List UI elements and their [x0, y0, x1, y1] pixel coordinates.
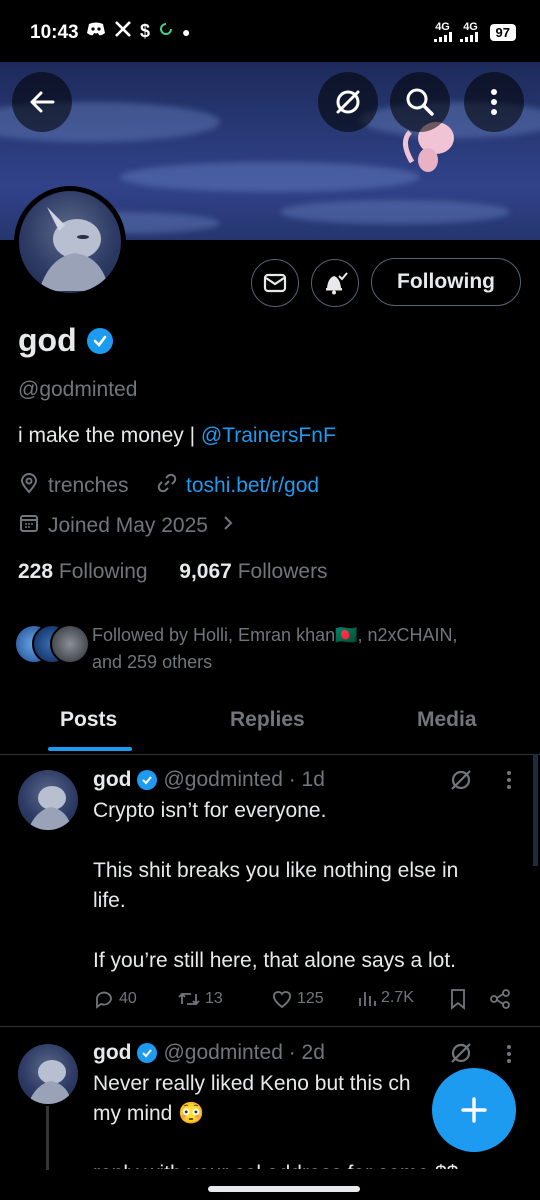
status-time: 10:43	[30, 22, 79, 43]
post-divider	[0, 1026, 540, 1027]
verified-badge-icon[interactable]	[86, 327, 113, 354]
post-more-icon[interactable]	[506, 770, 512, 795]
signal-icon-1: 4G	[433, 22, 452, 42]
profile-avatar[interactable]	[14, 186, 126, 298]
mutual-avatars[interactable]	[14, 624, 90, 664]
tab-replies[interactable]: Replies	[230, 708, 305, 732]
bookmark-icon	[451, 989, 465, 1010]
x-logo-icon	[114, 20, 132, 43]
views-button[interactable]: 2.7K	[357, 988, 414, 1008]
compose-post-button[interactable]	[432, 1068, 516, 1152]
post-author-name[interactable]: god	[93, 1041, 131, 1065]
following-button[interactable]: Following	[371, 258, 521, 306]
post-avatar[interactable]	[18, 770, 78, 830]
post-header: god @godminted · 1d	[93, 768, 325, 792]
verified-badge-icon	[137, 770, 158, 790]
reply-button[interactable]: 40	[93, 988, 137, 1010]
website-row: toshi.bet/r/god	[156, 472, 319, 500]
share-icon	[490, 989, 510, 1009]
tab-posts[interactable]: Posts	[60, 708, 117, 732]
verified-badge-icon	[137, 1043, 158, 1063]
grok-post-icon[interactable]	[449, 1041, 473, 1070]
chevron-right-icon	[222, 514, 234, 538]
active-tab-indicator	[48, 747, 132, 751]
website-link[interactable]: toshi.bet/r/god	[186, 474, 319, 498]
battery-indicator: 97	[489, 23, 516, 41]
post-text: Crypto isn’t for everyone. This shit bre…	[93, 799, 459, 972]
dot-icon: ●	[182, 23, 191, 40]
following-count-link[interactable]: 228 Following	[18, 560, 148, 583]
profile-bio: i make the money | @TrainersFnF	[18, 424, 336, 447]
follow-counts: 228 Following 9,067 Followers	[18, 560, 328, 584]
profile-handle: @godminted	[18, 378, 138, 401]
location-row: trenches	[18, 472, 129, 500]
search-button[interactable]	[390, 72, 450, 132]
repost-icon	[178, 992, 200, 1006]
heart-icon	[273, 991, 291, 1009]
post-more-icon[interactable]	[506, 1044, 512, 1069]
followers-count-link[interactable]: 9,067 Followers	[179, 560, 327, 583]
views-icon	[359, 992, 376, 1006]
system-nav-bar	[0, 1170, 540, 1200]
dollar-icon: $	[140, 21, 151, 41]
repost-button[interactable]: 13	[177, 988, 223, 1010]
tab-media[interactable]: Media	[417, 708, 477, 732]
notification-icons: $ ●	[86, 20, 190, 43]
notifications-button[interactable]	[311, 259, 359, 307]
joined-row[interactable]: Joined May 2025	[18, 512, 234, 540]
status-bar: 10:43 $ ● 4G 4G 97	[0, 0, 540, 62]
sync-icon	[158, 21, 174, 42]
more-options-button[interactable]	[464, 72, 524, 132]
discord-icon	[86, 21, 106, 42]
post-header: god @godminted · 2d	[93, 1041, 325, 1065]
thread-line	[46, 1106, 49, 1176]
reply-icon	[96, 991, 112, 1009]
grok-button[interactable]	[318, 72, 378, 132]
calendar-icon	[18, 512, 40, 540]
like-button[interactable]: 125	[271, 988, 324, 1010]
back-button[interactable]	[12, 72, 72, 132]
signal-icon-2: 4G	[459, 22, 482, 42]
mutual-avatar	[50, 624, 90, 664]
home-gesture-bar[interactable]	[208, 1186, 360, 1192]
status-right: 4G 4G 97	[433, 22, 516, 42]
bio-mention-link[interactable]: @TrainersFnF	[201, 424, 336, 447]
scrollbar[interactable]	[533, 754, 538, 866]
followed-by-text[interactable]: Followed by Holli, Emran khan🇧🇩, n2xCHAI…	[92, 622, 512, 676]
link-icon	[156, 472, 178, 500]
post-avatar[interactable]	[18, 1044, 78, 1104]
plus-icon	[461, 1097, 487, 1123]
post-handle-time: @godminted · 1d	[163, 768, 325, 791]
location-icon	[18, 472, 40, 500]
profile-tabs: Posts Replies Media	[0, 694, 540, 755]
profile-name: god	[18, 322, 113, 359]
share-button[interactable]	[489, 988, 511, 1010]
grok-post-icon[interactable]	[449, 768, 473, 797]
bookmark-button[interactable]	[449, 988, 467, 1010]
message-button[interactable]	[251, 259, 299, 307]
post-handle-time: @godminted · 2d	[163, 1041, 325, 1064]
post-author-name[interactable]: god	[93, 768, 131, 792]
